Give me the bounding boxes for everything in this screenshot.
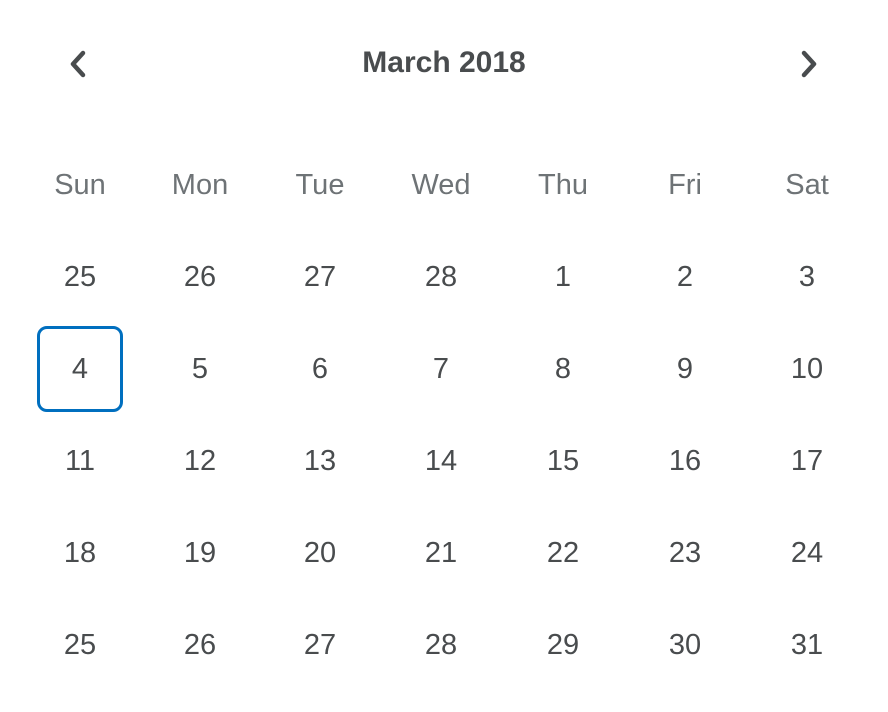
day-cell[interactable]: 18 [37, 510, 123, 596]
month-title: March 2018 [362, 46, 526, 79]
next-month-button[interactable] [784, 40, 832, 88]
day-cell[interactable]: 25 [37, 602, 123, 688]
week-row: 4 5 6 7 8 9 10 [0, 323, 888, 415]
day-cell[interactable]: 6 [277, 326, 363, 412]
day-cell[interactable]: 19 [157, 510, 243, 596]
week-row: 18 19 20 21 22 23 24 [0, 507, 888, 599]
day-cell[interactable]: 5 [157, 326, 243, 412]
weekday-label: Wed [411, 168, 471, 201]
chevron-right-icon [801, 50, 817, 78]
day-cell[interactable]: 1 [520, 234, 606, 320]
day-cell[interactable]: 27 [277, 234, 363, 320]
day-cell[interactable]: 28 [398, 234, 484, 320]
day-cell[interactable]: 12 [157, 418, 243, 504]
day-cell[interactable]: 21 [398, 510, 484, 596]
day-cell[interactable]: 22 [520, 510, 606, 596]
selected-day-cell[interactable]: 4 [37, 326, 123, 412]
day-cell[interactable]: 23 [642, 510, 728, 596]
day-cell[interactable]: 8 [520, 326, 606, 412]
day-cell[interactable]: 16 [642, 418, 728, 504]
day-cell[interactable]: 2 [642, 234, 728, 320]
week-row: 25 26 27 28 29 30 31 [0, 599, 888, 691]
weekday-label: Sun [54, 168, 106, 201]
day-cell[interactable]: 31 [764, 602, 850, 688]
weekday-label: Mon [171, 168, 229, 201]
calendar-header: March 2018 [0, 0, 888, 128]
day-cell[interactable]: 25 [37, 234, 123, 320]
day-cell[interactable]: 14 [398, 418, 484, 504]
day-cell[interactable]: 24 [764, 510, 850, 596]
day-cell[interactable]: 9 [642, 326, 728, 412]
weekday-label: Thu [538, 168, 588, 201]
week-row: 25 26 27 28 1 2 3 [0, 231, 888, 323]
weekday-label: Tue [295, 168, 345, 201]
day-cell[interactable]: 30 [642, 602, 728, 688]
calendar-grid: Sun Mon Tue Wed Thu Fri Sat 25 26 27 28 … [0, 139, 888, 691]
day-cell[interactable]: 3 [764, 234, 850, 320]
day-cell[interactable]: 26 [157, 602, 243, 688]
weekday-label: Sat [785, 168, 829, 201]
day-cell[interactable]: 28 [398, 602, 484, 688]
weekday-header-row: Sun Mon Tue Wed Thu Fri Sat [0, 139, 888, 231]
day-cell[interactable]: 20 [277, 510, 363, 596]
day-cell[interactable]: 13 [277, 418, 363, 504]
day-cell[interactable]: 17 [764, 418, 850, 504]
day-cell[interactable]: 29 [520, 602, 606, 688]
week-row: 11 12 13 14 15 16 17 [0, 415, 888, 507]
day-cell[interactable]: 11 [37, 418, 123, 504]
day-cell[interactable]: 15 [520, 418, 606, 504]
day-cell[interactable]: 26 [157, 234, 243, 320]
weekday-label: Fri [668, 168, 702, 201]
day-cell[interactable]: 10 [764, 326, 850, 412]
day-cell[interactable]: 27 [277, 602, 363, 688]
day-cell[interactable]: 7 [398, 326, 484, 412]
